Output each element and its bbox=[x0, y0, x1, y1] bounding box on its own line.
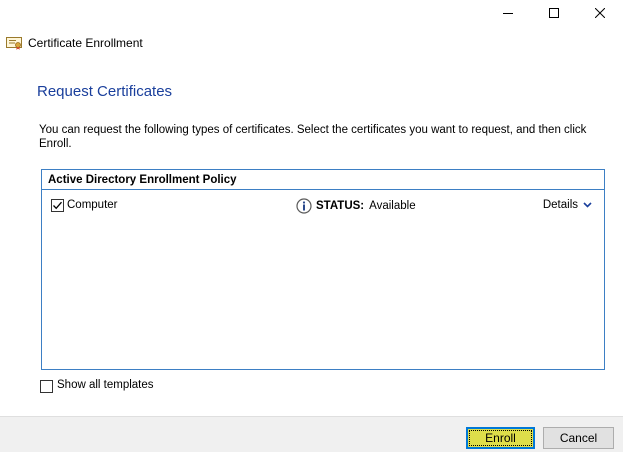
policy-header: Active Directory Enrollment Policy bbox=[42, 170, 604, 190]
show-all-templates-checkbox[interactable] bbox=[40, 380, 53, 393]
close-button[interactable] bbox=[577, 0, 623, 26]
details-toggle[interactable]: Details bbox=[543, 199, 592, 211]
certificate-icon bbox=[6, 37, 22, 50]
window-title: Certificate Enrollment bbox=[28, 36, 143, 50]
certificate-row: Computer STATUS: Available Details bbox=[42, 197, 604, 215]
window-title-bar: Certificate Enrollment bbox=[6, 35, 143, 51]
dialog-footer: Enroll Cancel bbox=[0, 416, 623, 452]
info-icon bbox=[296, 198, 312, 214]
chevron-down-icon bbox=[583, 202, 592, 208]
minimize-button[interactable] bbox=[485, 0, 531, 26]
cancel-button[interactable]: Cancel bbox=[543, 427, 614, 449]
maximize-button[interactable] bbox=[531, 0, 577, 26]
close-icon bbox=[595, 8, 605, 18]
minimize-icon bbox=[503, 13, 513, 14]
status-label: STATUS: bbox=[316, 200, 365, 212]
details-label: Details bbox=[542, 199, 578, 211]
certificate-status: STATUS: Available bbox=[296, 197, 416, 215]
window-controls bbox=[485, 0, 623, 26]
computer-certificate-checkbox[interactable] bbox=[51, 199, 64, 212]
show-all-templates-label: Show all templates bbox=[57, 379, 154, 391]
page-heading: Request Certificates bbox=[37, 83, 173, 100]
maximize-icon bbox=[549, 8, 559, 18]
enrollment-policy-panel: Active Directory Enrollment Policy Compu… bbox=[41, 169, 605, 370]
status-value: Available bbox=[369, 200, 416, 212]
certificate-name: Computer bbox=[67, 199, 118, 211]
checkmark-icon bbox=[53, 201, 62, 210]
page-description: You can request the following types of c… bbox=[39, 124, 587, 150]
enroll-button[interactable]: Enroll bbox=[466, 427, 535, 449]
